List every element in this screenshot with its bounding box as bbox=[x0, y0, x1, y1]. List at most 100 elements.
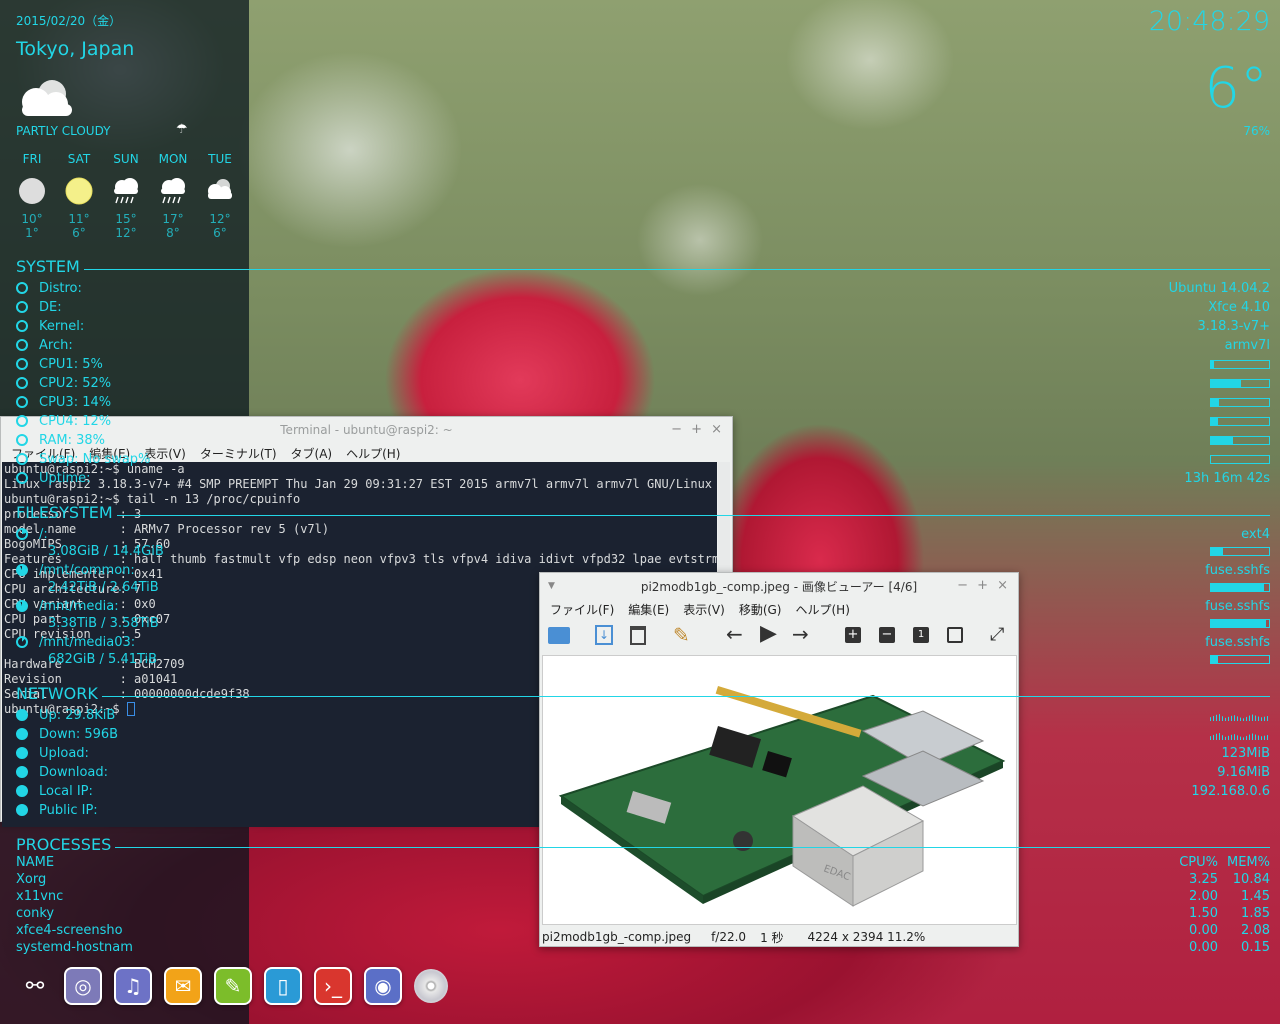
music-player-icon[interactable]: ◎ bbox=[64, 967, 102, 1005]
mail-icon[interactable]: ✉ bbox=[164, 967, 202, 1005]
apps-icon[interactable]: ⚯ bbox=[18, 967, 52, 1005]
network-row: Download: 9.16MiB bbox=[16, 763, 1270, 781]
process-name: Xorg bbox=[16, 871, 47, 887]
system-row: RAM: 38% bbox=[16, 431, 1270, 449]
process-mem: 10.84 bbox=[1232, 871, 1270, 887]
system-item-icon bbox=[16, 434, 28, 446]
usage-bar-fill bbox=[1211, 360, 1214, 368]
forecast-day-sun: SUN 15° 12° bbox=[104, 152, 148, 242]
process-mem: 1.45 bbox=[1241, 888, 1270, 904]
network-label: Up: 29.8KiB bbox=[39, 707, 116, 723]
system-label: CPU2: 52% bbox=[39, 375, 112, 391]
network-label: Upload: bbox=[39, 745, 89, 761]
system-section-title: SYSTEM bbox=[16, 257, 1270, 276]
download-icon bbox=[16, 728, 28, 740]
location-label: Tokyo, Japan bbox=[16, 38, 135, 60]
usage-bar bbox=[1210, 378, 1270, 388]
screenshot-icon[interactable]: ◉ bbox=[364, 967, 402, 1005]
process-cpu: 0.00 bbox=[1189, 939, 1218, 955]
disk-pie-icon bbox=[16, 528, 28, 540]
system-label: CPU1: 5% bbox=[39, 356, 103, 372]
forecast-high: 12° bbox=[209, 212, 231, 226]
usage-bar bbox=[1210, 435, 1270, 445]
forecast-row: FRI 10° 1° SAT 11° 6° SUN 15° 12° MON 17° 8° TUE 12° 6… bbox=[10, 152, 242, 242]
cloud-grey-icon bbox=[10, 176, 54, 210]
system-label: Kernel: bbox=[39, 318, 85, 334]
proc-col-cpu: CPU% bbox=[1179, 854, 1218, 870]
network-value: 9.16MiB bbox=[1217, 764, 1270, 780]
process-row: x11vnc 2.00 1.45 bbox=[16, 887, 1270, 905]
weather-condition: PARTLY CLOUDY bbox=[16, 124, 111, 138]
document-viewer-icon[interactable]: ▯ bbox=[264, 967, 302, 1005]
disk-pie-icon bbox=[16, 564, 28, 576]
forecast-high: 11° bbox=[68, 212, 90, 226]
system-item-icon bbox=[16, 301, 28, 313]
system-row: Swap: No swap% bbox=[16, 450, 1270, 468]
rain-icon bbox=[151, 176, 195, 210]
public-ip-icon bbox=[16, 804, 28, 816]
filesystem-mount-row: /mnt/media03: fuse.sshfs bbox=[16, 633, 1270, 651]
notes-icon[interactable]: ✎ bbox=[214, 967, 252, 1005]
mount-point: /mnt/common: bbox=[39, 562, 135, 578]
fs-usage: 682GiB / 5.41TiB bbox=[48, 651, 158, 667]
process-name: conky bbox=[16, 905, 55, 921]
partly-cloudy-icon bbox=[198, 176, 242, 210]
network-row: Local IP: 192.168.0.6 bbox=[16, 782, 1270, 800]
forecast-high: 17° bbox=[162, 212, 184, 226]
fs-type: fuse.sshfs bbox=[1205, 598, 1270, 614]
system-item-icon bbox=[16, 453, 28, 465]
system-row: CPU3: 14% bbox=[16, 393, 1270, 411]
system-row: CPU1: 5% bbox=[16, 355, 1270, 373]
download-total-icon bbox=[16, 766, 28, 778]
terminal-icon[interactable]: ›_ bbox=[314, 967, 352, 1005]
filesystem-usage-row: 2.42TiB / 2.64TiB bbox=[48, 578, 1270, 596]
usage-bar bbox=[1210, 397, 1270, 407]
processes-section-title: PROCESSES bbox=[16, 835, 1270, 854]
system-item-icon bbox=[16, 415, 28, 427]
system-item-icon bbox=[16, 377, 28, 389]
network-label: Down: 596B bbox=[39, 726, 119, 742]
disc-icon[interactable] bbox=[414, 969, 448, 1003]
forecast-high: 10° bbox=[21, 212, 43, 226]
forecast-low: 8° bbox=[166, 226, 180, 240]
network-row: Down: 596B bbox=[16, 725, 1270, 743]
process-mem: 2.08 bbox=[1241, 922, 1270, 938]
process-cpu: 2.00 bbox=[1189, 888, 1218, 904]
process-mem: 1.85 bbox=[1241, 905, 1270, 921]
usage-bar-fill bbox=[1211, 379, 1242, 387]
usage-bar bbox=[1210, 359, 1270, 369]
system-item-icon bbox=[16, 358, 28, 370]
process-mem: 0.15 bbox=[1241, 939, 1270, 955]
filesystem-mount-row: /mnt/common: fuse.sshfs bbox=[16, 561, 1270, 579]
system-value: 13h 16m 42s bbox=[1184, 470, 1270, 486]
process-row: systemd-hostnam 0.00 0.15 bbox=[16, 938, 1270, 956]
system-value: 3.18.3-v7+ bbox=[1197, 318, 1270, 334]
system-item-icon bbox=[16, 472, 28, 484]
conky-panel: 2015/02/20（金） 20:48:29 Tokyo, Japan 6° P… bbox=[0, 0, 1270, 1024]
network-label: Public IP: bbox=[39, 802, 98, 818]
clock-time: 20:48:29 bbox=[1148, 6, 1270, 37]
process-cpu: 3.25 bbox=[1189, 871, 1218, 887]
dock: ⚯ ◎ ♫ ✉ ✎ ▯ ›_ ◉ bbox=[18, 964, 448, 1008]
fs-type: fuse.sshfs bbox=[1205, 634, 1270, 650]
upload-graph bbox=[1210, 713, 1270, 721]
filesystem-usage-row: 682GiB / 5.41TiB bbox=[48, 650, 1270, 668]
system-label: Arch: bbox=[39, 337, 73, 353]
local-ip-icon bbox=[16, 785, 28, 797]
usage-bar-fill bbox=[1211, 547, 1224, 555]
partly-cloudy-icon bbox=[16, 72, 78, 122]
sun-icon bbox=[57, 176, 101, 210]
system-label: Distro: bbox=[39, 280, 82, 296]
system-label: CPU4: 12% bbox=[39, 413, 112, 429]
network-row: Public IP: bbox=[16, 801, 1270, 819]
process-cpu: 1.50 bbox=[1189, 905, 1218, 921]
music-editor-icon[interactable]: ♫ bbox=[114, 967, 152, 1005]
forecast-day-label: SUN bbox=[113, 152, 139, 166]
usage-bar-fill bbox=[1211, 436, 1234, 444]
network-label: Local IP: bbox=[39, 783, 93, 799]
download-graph bbox=[1210, 732, 1270, 740]
system-row: Arch: armv7l bbox=[16, 336, 1270, 354]
rain-icon bbox=[104, 176, 148, 210]
disk-pie-icon bbox=[16, 636, 28, 648]
upload-total-icon bbox=[16, 747, 28, 759]
